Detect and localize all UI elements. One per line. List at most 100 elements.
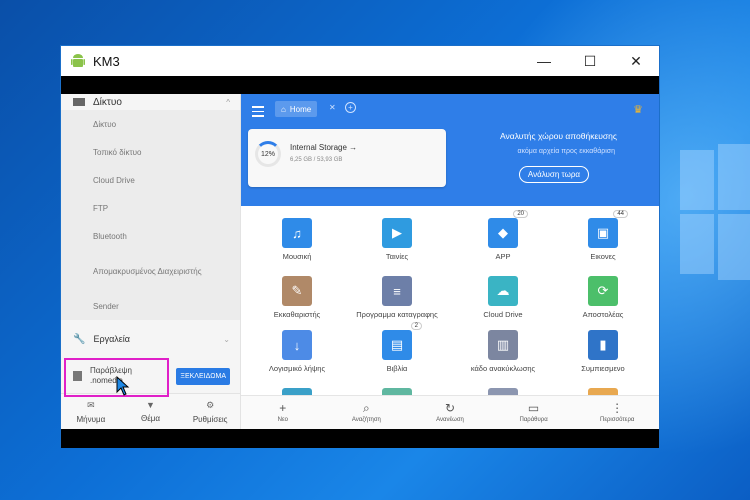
grid-item-label: κάδο ανακύκλωσης	[470, 364, 536, 373]
grid-item[interactable]: ◆ 20 APP	[453, 210, 553, 261]
grid-item[interactable]: ▣ 44 Εικονες	[553, 210, 653, 261]
bottom-black-bar	[61, 429, 659, 448]
grid-item[interactable]: ⟳ Αποστολέας	[553, 276, 653, 319]
sidebar-item-bluetooth[interactable]: Bluetooth	[61, 222, 240, 250]
theme-button[interactable]: ▼ Θέμα	[121, 394, 181, 429]
zip-icon: ▮	[588, 330, 618, 360]
new-label: Νεο	[277, 417, 288, 423]
network-icon	[73, 98, 85, 106]
chevron-down-icon: ⌄	[223, 334, 230, 344]
grid-item-label: APP	[495, 252, 511, 261]
add-tab-icon[interactable]: +	[345, 102, 356, 113]
sidebar-network-header[interactable]: Δίκτυο ^	[61, 94, 240, 110]
storage-gauge: 12%	[255, 141, 281, 167]
sidebar-item-remote-manager[interactable]: Απομακρυσμένος Διαχειριστής	[61, 250, 240, 292]
close-tab-icon[interactable]: ✕	[329, 103, 336, 112]
crown-icon[interactable]: ♛	[633, 103, 643, 116]
more-label: Περισσότερα	[600, 417, 635, 423]
storage-title: Internal Storage →	[290, 143, 358, 152]
count-badge: 20	[513, 210, 528, 218]
settings-label: Ρυθμίσεις	[192, 414, 228, 424]
windows-logo	[680, 144, 750, 280]
grid-item-label: Λογισμικό λήψης	[268, 364, 326, 373]
grid-item-label: Εικονες	[590, 252, 616, 261]
video-icon: ▶	[382, 218, 412, 248]
wrench-icon: 🔧	[73, 333, 86, 345]
grid-item-label: Συμπιεσμενο	[581, 364, 625, 373]
sidebar-item-network[interactable]: Δίκτυο	[61, 110, 240, 138]
search-button[interactable]: ⌕ Αναζήτηση	[325, 396, 409, 429]
grid-item[interactable]: ↓ Λογισμικό λήψης	[247, 330, 347, 373]
book-icon: ▤ 2	[382, 322, 422, 360]
grid-item-label: Εκκαθαριστής	[273, 310, 321, 319]
maximize-button[interactable]: ☐	[567, 46, 613, 76]
count-badge: 44	[613, 210, 628, 218]
refresh-icon: ↻	[444, 401, 456, 415]
stack-icon: ≡	[382, 276, 412, 306]
refresh-button[interactable]: ↻ Ανανέωση	[408, 396, 492, 429]
main-panel: ⌂ Home ✕ + ♛ 12% Internal Storage → 6,25…	[241, 94, 659, 429]
android-icon: ◆ 20	[488, 210, 528, 248]
network-submenu: Δίκτυο Τοπικό δίκτυο Cloud Drive FTP Blu…	[61, 110, 240, 320]
sidebar-item-local-network[interactable]: Τοπικό δίκτυο	[61, 138, 240, 166]
android-icon	[69, 52, 87, 70]
storage-card[interactable]: 12% Internal Storage → 6,25 GB / 53,93 G…	[248, 129, 446, 187]
more-icon: ⋮	[611, 401, 624, 415]
sidebar-item-ftp[interactable]: FTP	[61, 194, 240, 222]
broom-icon: ✎	[282, 276, 312, 306]
download-icon: ↓	[282, 330, 312, 360]
top-black-bar	[61, 76, 659, 94]
count-badge: 2	[410, 322, 422, 330]
windows-button[interactable]: ▭ Παράθυρα	[492, 396, 576, 429]
theme-label: Θέμα	[140, 414, 161, 423]
sidebar-item-tools[interactable]: 🔧 Εργαλεία ⌄	[61, 320, 240, 358]
home-icon: ⌂	[281, 104, 286, 114]
close-button[interactable]: ✕	[613, 46, 659, 76]
network-header-label: Δίκτυο	[93, 96, 122, 108]
grid-item[interactable]: ▮ Συμπιεσμενο	[553, 330, 653, 373]
sidebar-item-sender[interactable]: Sender	[61, 292, 240, 320]
windows-label: Παράθυρα	[519, 417, 548, 423]
analyzer-title: Αναλυτής χώρου αποθήκευσης	[500, 131, 617, 141]
mail-icon: ✉	[87, 399, 95, 410]
grid-item-label: Μουσική	[282, 252, 312, 261]
plus-icon: +	[279, 401, 287, 415]
grid-item[interactable]: ♫ Μουσική	[247, 218, 347, 261]
app-body: Δίκτυο ^ Δίκτυο Τοπικό δίκτυο Cloud Driv…	[61, 94, 659, 429]
bottom-nav: + Νεο ⌕ Αναζήτηση ↻ Ανανέωση ▭ Παράθυρα ⋮ Περ…	[241, 395, 659, 429]
title-bar[interactable]: KM3 — ☐ ✕	[61, 46, 659, 76]
grid-item-label: Προγραμμα καταγραφης	[356, 310, 438, 319]
header-panel: ⌂ Home ✕ + ♛ 12% Internal Storage → 6,25…	[241, 94, 659, 206]
more-button[interactable]: ⋮ Περισσότερα	[575, 396, 659, 429]
grid-item[interactable]: ✎ Εκκαθαριστής	[247, 276, 347, 319]
sidebar-item-cloud-drive[interactable]: Cloud Drive	[61, 166, 240, 194]
chevron-up-icon: ^	[226, 97, 230, 107]
minimize-button[interactable]: —	[521, 46, 567, 76]
settings-button[interactable]: ⚙ Ρυθμίσεις	[180, 394, 240, 429]
sync-icon: ⟳	[588, 276, 618, 306]
analyze-now-button[interactable]: Ανάλυση τωρα	[518, 166, 589, 183]
windows-icon: ▭	[527, 401, 540, 415]
grid-item[interactable]: ☁ Cloud Drive	[453, 276, 553, 319]
menu-icon[interactable]	[252, 106, 264, 117]
grid-item[interactable]: ▥ κάδο ανακύκλωσης	[453, 330, 553, 373]
grid-item-label: Ταινίες	[385, 252, 409, 261]
grid-item[interactable]: ≡ Προγραμμα καταγραφης	[347, 276, 447, 319]
shirt-icon: ▼	[146, 400, 155, 410]
breadcrumb-label: Home	[289, 104, 312, 114]
breadcrumb-home[interactable]: ⌂ Home	[275, 101, 318, 117]
grid-item-label: Αποστολέας	[582, 310, 624, 319]
message-button[interactable]: ✉ Μήνυμα	[61, 394, 121, 429]
message-label: Μήνυμα	[76, 414, 106, 424]
new-button[interactable]: + Νεο	[241, 396, 325, 429]
analyzer-subtitle: ακόμα αρχεία προς εκκαθάριση	[517, 148, 615, 155]
search-label: Αναζήτηση	[351, 417, 381, 423]
grid-item[interactable]: ▶ Ταινίες	[347, 218, 447, 261]
sidebar-bottom-bar: ✉ Μήνυμα ▼ Θέμα ⚙ Ρυθμίσεις	[61, 393, 240, 429]
gear-icon: ⚙	[206, 399, 215, 410]
storage-size: 6,25 GB / 53,93 GB	[290, 157, 343, 163]
tools-label: Εργαλεία	[93, 334, 130, 344]
search-icon: ⌕	[363, 401, 370, 415]
grid-item[interactable]: ▤ 2 Βιβλία	[347, 322, 447, 373]
unlock-button[interactable]: ΞΕΚΛΕΙΔΩΜΑ	[176, 367, 230, 385]
